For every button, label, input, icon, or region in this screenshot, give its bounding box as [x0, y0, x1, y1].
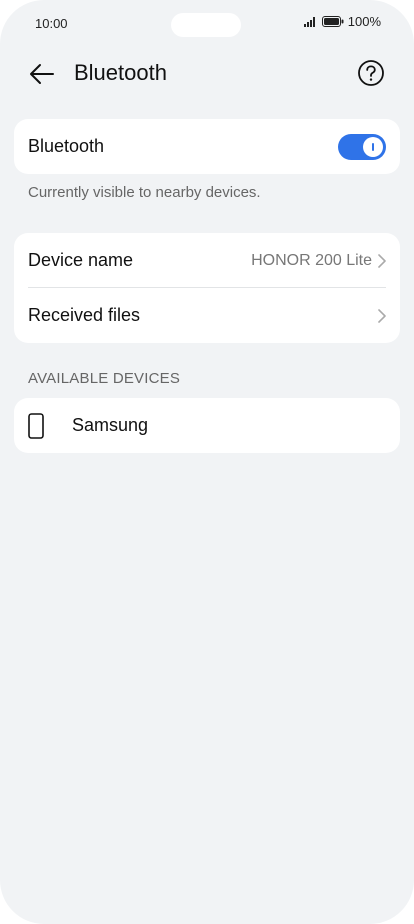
help-icon: [358, 60, 384, 86]
bluetooth-switch[interactable]: [338, 133, 386, 160]
bluetooth-toggle-row[interactable]: Bluetooth: [14, 119, 400, 174]
available-devices-header: AVAILABLE DEVICES: [28, 370, 181, 387]
available-devices-card: Samsung: [14, 398, 400, 453]
status-time: 10:00: [35, 16, 68, 31]
received-files-row[interactable]: Received files: [14, 288, 400, 343]
back-arrow-icon: [30, 64, 54, 84]
settings-card: Device name HONOR 200 Lite Received file…: [14, 233, 400, 343]
back-button[interactable]: [26, 58, 58, 90]
phone-screen: 10:00 100% Bluetooth Bluetooth Currently…: [0, 0, 414, 924]
switch-knob: [363, 136, 383, 157]
received-files-chevron-group: [378, 308, 386, 323]
chevron-right-icon: [378, 253, 386, 268]
status-bar: 10:00 100%: [0, 0, 414, 46]
bluetooth-label: Bluetooth: [28, 136, 105, 156]
camera-cutout: [171, 13, 241, 37]
page-title: Bluetooth: [74, 60, 167, 85]
visibility-caption: Currently visible to nearby devices.: [28, 184, 261, 201]
device-name-row[interactable]: Device name HONOR 200 Lite: [14, 233, 400, 288]
chevron-right-icon: [378, 308, 386, 323]
device-item-label: Samsung: [72, 415, 149, 435]
device-item-samsung[interactable]: Samsung: [14, 398, 400, 453]
status-indicators: 100%: [303, 14, 381, 29]
device-name-value-group: HONOR 200 Lite: [251, 252, 386, 270]
signal-icon: [303, 17, 315, 27]
battery-percentage: 100%: [347, 14, 381, 29]
bluetooth-card: Bluetooth: [14, 119, 400, 174]
received-files-label: Received files: [28, 305, 141, 325]
header: Bluetooth: [0, 54, 414, 94]
help-button[interactable]: [356, 58, 386, 88]
device-name-label: Device name: [28, 250, 134, 270]
battery-icon: [321, 16, 344, 27]
phone-icon: [28, 412, 44, 439]
device-name-value: HONOR 200 Lite: [251, 251, 372, 269]
